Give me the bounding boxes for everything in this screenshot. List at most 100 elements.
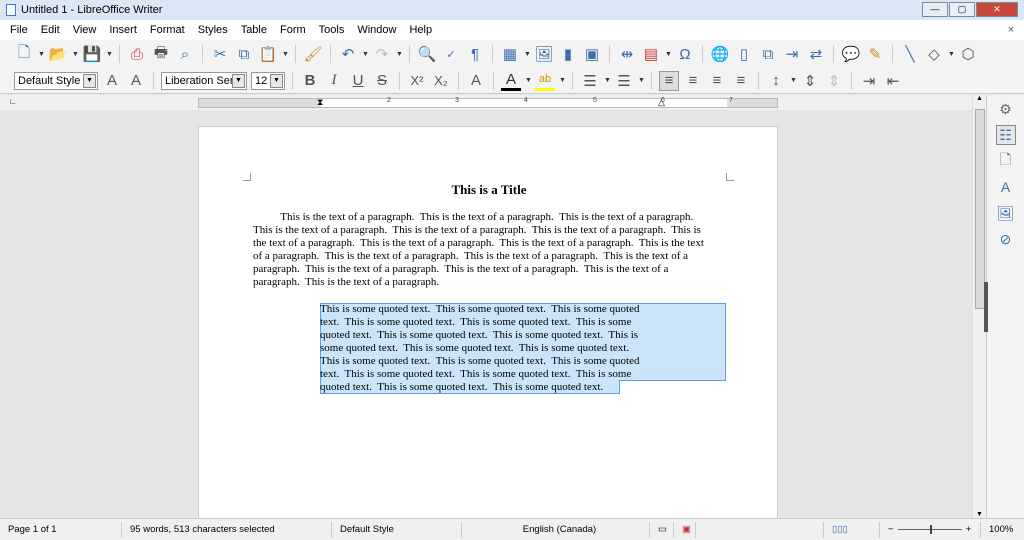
menu-styles[interactable]: Styles xyxy=(198,24,228,36)
scroll-up-icon[interactable]: ▲ xyxy=(976,95,983,102)
menu-insert[interactable]: Insert xyxy=(109,24,137,36)
view-layout-icons[interactable]: ▯▯▯ xyxy=(824,521,880,538)
zoom-in-button[interactable]: + xyxy=(966,524,972,535)
body-paragraph[interactable]: This is the text of a paragraph. This is… xyxy=(253,211,704,289)
decrease-indent-icon[interactable]: ⇤ xyxy=(883,71,903,91)
new-style-icon[interactable]: A xyxy=(126,71,146,91)
footnote-icon[interactable]: ▯ xyxy=(734,44,754,64)
export-pdf-icon[interactable]: ⎙ xyxy=(127,44,147,64)
page[interactable]: This is a Title This is the text of a pa… xyxy=(198,126,778,518)
print-icon[interactable]: 🖶 xyxy=(151,44,171,64)
increase-indent-icon[interactable]: ⇥ xyxy=(859,71,879,91)
menu-help[interactable]: Help xyxy=(409,24,432,36)
numbered-list-icon[interactable]: ☰ xyxy=(614,71,634,91)
undo-icon[interactable]: ↶ xyxy=(338,44,358,64)
cut-icon[interactable]: ✂ xyxy=(210,44,230,64)
spacing-dropdown[interactable]: ▼ xyxy=(790,77,797,84)
scrollbar-thumb[interactable] xyxy=(975,109,985,309)
underline-icon[interactable]: U xyxy=(348,71,368,91)
font-name-combo[interactable]: Liberation Serif ▼ xyxy=(161,71,247,90)
insert-chart-icon[interactable]: ▮ xyxy=(558,44,578,64)
new-dropdown[interactable]: ▼ xyxy=(38,51,45,58)
insert-textbox-icon[interactable]: ▣ xyxy=(582,44,602,64)
menu-form[interactable]: Form xyxy=(280,24,306,36)
redo-icon[interactable]: ↷ xyxy=(372,44,392,64)
maximize-button[interactable]: ▢ xyxy=(949,2,975,17)
menu-file[interactable]: File xyxy=(10,24,28,36)
track-changes-icon[interactable]: ✎ xyxy=(865,44,885,64)
close-button[interactable]: ✕ xyxy=(976,2,1018,17)
open-dropdown[interactable]: ▼ xyxy=(72,51,79,58)
insert-image-icon[interactable]: 🖼 xyxy=(534,44,554,64)
align-right-icon[interactable]: ≡ xyxy=(707,71,727,91)
word-count[interactable]: 95 words, 513 characters selected xyxy=(122,521,332,538)
menu-window[interactable]: Window xyxy=(357,24,396,36)
menu-table[interactable]: Table xyxy=(241,24,267,36)
hyperlink-icon[interactable]: 🌐 xyxy=(710,44,730,64)
document-area[interactable]: This is a Title This is the text of a pa… xyxy=(0,110,972,518)
endnote-icon[interactable]: ⧉ xyxy=(758,44,778,64)
page-icon[interactable]: 🗋 xyxy=(996,151,1016,171)
copy-icon[interactable]: ⧉ xyxy=(234,44,254,64)
bullets-dropdown[interactable]: ▼ xyxy=(604,77,611,84)
properties-icon[interactable]: ☷ xyxy=(995,125,1016,145)
formatting-marks-icon[interactable]: ¶ xyxy=(465,44,485,64)
insert-field-icon[interactable]: ▤ xyxy=(641,44,661,64)
clear-formatting-icon[interactable]: A xyxy=(466,71,486,91)
gallery-icon[interactable]: 🖼 xyxy=(996,203,1016,223)
special-character-icon[interactable]: Ω xyxy=(675,44,695,64)
horizontal-ruler[interactable]: ∟ ⧗ △ 2 3 4 5 6 7 xyxy=(0,95,972,110)
highlight-icon[interactable]: ab xyxy=(535,71,555,91)
page-count[interactable]: Page 1 of 1 xyxy=(0,521,122,538)
align-left-icon[interactable]: ≡ xyxy=(659,70,679,91)
subscript-icon[interactable]: X₂ xyxy=(431,71,451,91)
redo-dropdown[interactable]: ▼ xyxy=(396,51,403,58)
zoom-track[interactable] xyxy=(897,525,962,534)
font-size-combo[interactable]: 12 ▼ xyxy=(251,71,285,90)
decrease-paragraph-spacing-icon[interactable]: ⇕ xyxy=(824,71,844,91)
open-folder-icon[interactable]: 📂 xyxy=(48,44,68,64)
document-modified-icon[interactable]: ▣ xyxy=(674,521,696,538)
align-center-icon[interactable]: ≡ xyxy=(683,71,703,91)
zoom-level[interactable]: 100% xyxy=(980,521,1013,538)
menu-tools[interactable]: Tools xyxy=(319,24,345,36)
draw-functions-icon[interactable]: ⬡ xyxy=(958,44,978,64)
language[interactable]: English (Canada) xyxy=(462,521,650,538)
tab-stop-icon[interactable]: ∟ xyxy=(9,97,17,106)
table-dropdown[interactable]: ▼ xyxy=(524,51,531,58)
indent-marker-icon[interactable]: ⧗ xyxy=(317,97,323,108)
print-preview-icon[interactable]: ⌕ xyxy=(175,44,195,64)
line-spacing-icon[interactable]: ↕ xyxy=(766,71,786,91)
zoom-thumb[interactable] xyxy=(929,525,932,534)
paste-dropdown[interactable]: ▼ xyxy=(282,51,289,58)
increase-paragraph-spacing-icon[interactable]: ⇕ xyxy=(800,71,820,91)
bookmark-icon[interactable]: ⇥ xyxy=(782,44,802,64)
bullet-list-icon[interactable]: ☰ xyxy=(580,71,600,91)
sidebar-settings-icon[interactable]: ⚙ xyxy=(996,99,1016,119)
save-icon[interactable]: 💾 xyxy=(82,44,102,64)
navigator-icon[interactable]: ⊘ xyxy=(996,229,1016,249)
highlight-dropdown[interactable]: ▼ xyxy=(559,77,566,84)
close-document-button[interactable]: × xyxy=(1008,24,1014,36)
comment-icon[interactable]: 💬 xyxy=(841,44,861,64)
minimize-button[interactable]: — xyxy=(922,2,948,17)
undo-dropdown[interactable]: ▼ xyxy=(362,51,369,58)
update-style-icon[interactable]: A xyxy=(102,71,122,91)
menu-view[interactable]: View xyxy=(73,24,97,36)
quotation-paragraph[interactable]: This is some quoted text. This is some q… xyxy=(320,303,640,394)
field-dropdown[interactable]: ▼ xyxy=(665,51,672,58)
font-color-dropdown[interactable]: ▼ xyxy=(525,77,532,84)
scroll-down-icon[interactable]: ▼ xyxy=(976,511,983,518)
clone-formatting-icon[interactable]: 🖌 xyxy=(303,44,323,64)
cross-reference-icon[interactable]: ⇄ xyxy=(806,44,826,64)
shapes-dropdown[interactable]: ▼ xyxy=(948,51,955,58)
chevron-down-icon[interactable]: ▼ xyxy=(83,73,96,88)
find-replace-icon[interactable]: 🔍 xyxy=(417,44,437,64)
zoom-out-button[interactable]: − xyxy=(888,524,894,535)
paragraph-style-combo[interactable]: Default Style ▼ xyxy=(14,71,98,90)
superscript-icon[interactable]: X² xyxy=(407,71,427,91)
sidebar-collapse-handle[interactable] xyxy=(984,282,988,332)
document-title[interactable]: This is a Title xyxy=(199,182,779,198)
save-dropdown[interactable]: ▼ xyxy=(106,51,113,58)
italic-icon[interactable]: I xyxy=(324,71,344,91)
